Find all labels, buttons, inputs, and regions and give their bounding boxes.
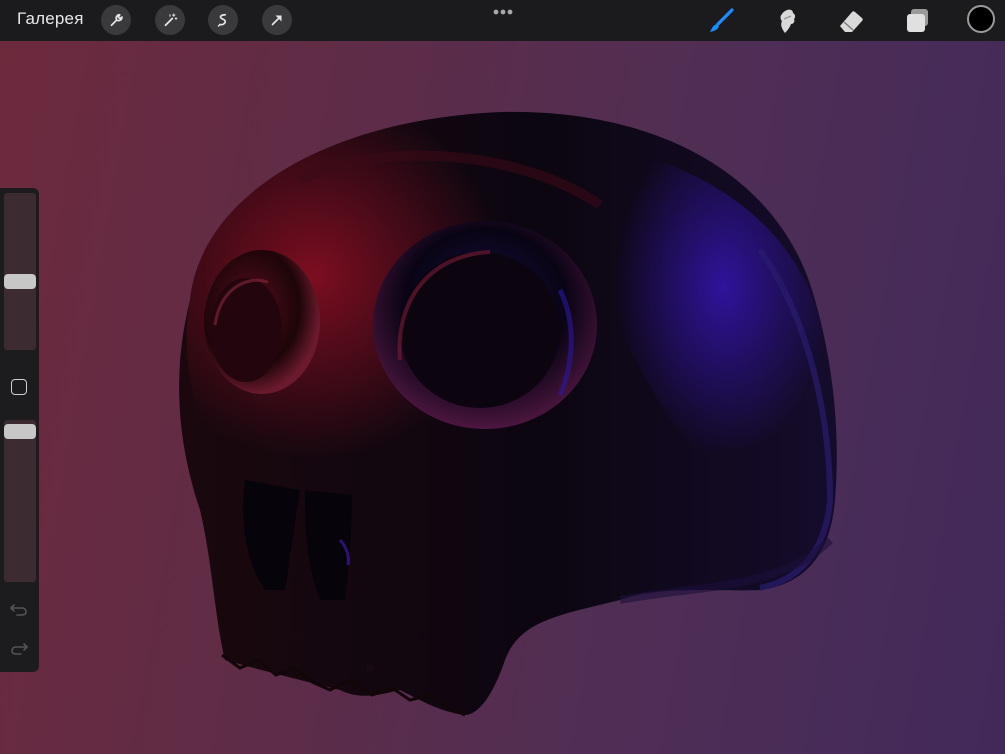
top-toolbar: Галерея: [0, 0, 1005, 41]
skull-artwork: [179, 111, 837, 717]
wrench-icon[interactable]: [101, 5, 131, 35]
opacity-thumb[interactable]: [4, 424, 36, 440]
move-arrow-icon[interactable]: [262, 5, 292, 35]
magic-wand-icon[interactable]: [155, 5, 185, 35]
procreate-app: Галерея: [0, 0, 1005, 754]
modify-button[interactable]: [11, 379, 27, 395]
redo-icon[interactable]: [9, 640, 29, 656]
brush-size-thumb[interactable]: [4, 273, 36, 289]
undo-icon[interactable]: [9, 601, 29, 617]
selection-icon[interactable]: [208, 5, 238, 35]
opacity-slider[interactable]: [4, 420, 36, 582]
drawing-canvas[interactable]: [0, 41, 1005, 754]
brush-size-slider[interactable]: [4, 193, 36, 350]
gallery-button[interactable]: Галерея: [17, 9, 84, 29]
layers-icon[interactable]: [902, 6, 932, 36]
left-sidebar: [0, 188, 39, 672]
more-options-icon[interactable]: [490, 4, 516, 18]
eraser-icon[interactable]: [836, 6, 866, 36]
color-picker-button[interactable]: [967, 5, 995, 33]
smudge-icon[interactable]: [771, 6, 801, 36]
brush-icon[interactable]: [707, 6, 737, 36]
